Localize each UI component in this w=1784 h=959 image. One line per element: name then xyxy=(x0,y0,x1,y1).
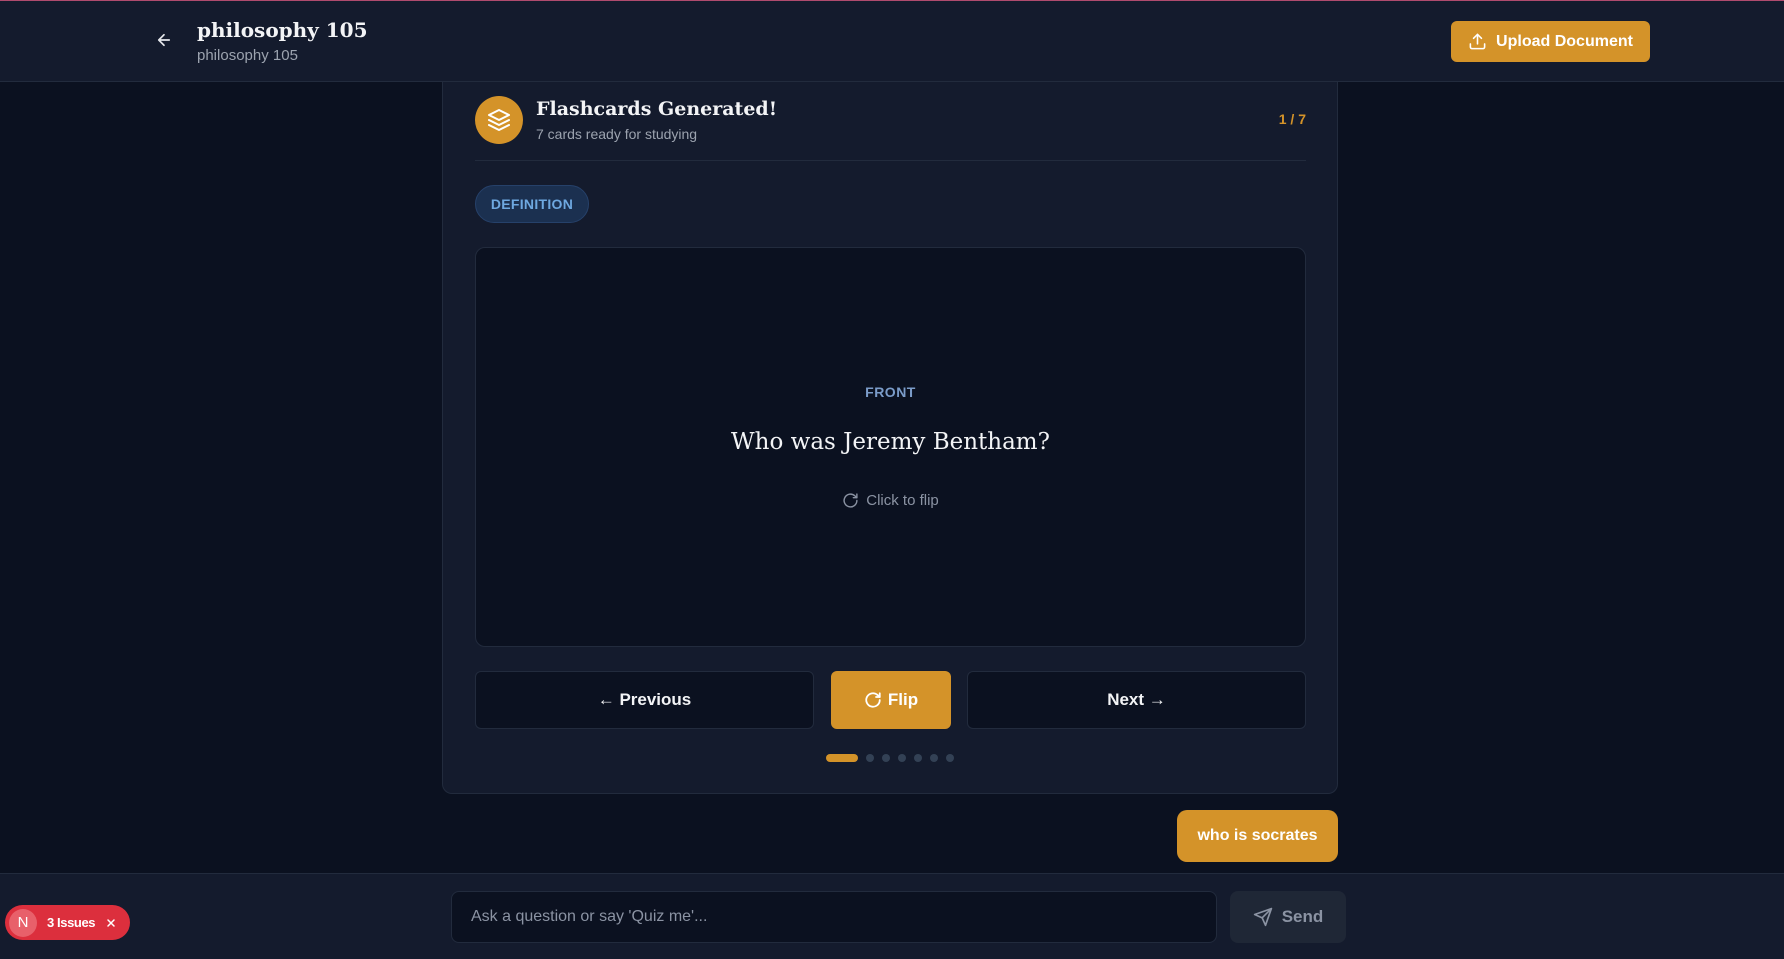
app-header: philosophy 105 philosophy 105 Upload Doc… xyxy=(0,1,1784,82)
flashcard[interactable]: FRONT Who was Jeremy Bentham? Click to f… xyxy=(475,247,1306,647)
back-button[interactable] xyxy=(151,27,177,53)
flashcards-title: Flashcards Generated! xyxy=(536,98,778,120)
upload-icon xyxy=(1469,33,1486,50)
card-side-label: FRONT xyxy=(865,384,916,400)
flashcards-panel: Flashcards Generated! 7 cards ready for … xyxy=(442,82,1338,794)
flip-hint: Click to flip xyxy=(476,492,1305,509)
card-counter: 1 / 7 xyxy=(1278,111,1306,127)
progress-dot[interactable] xyxy=(882,754,890,762)
n-logo: N xyxy=(9,908,37,937)
layers-stack-icon xyxy=(488,109,510,131)
issues-badge[interactable]: N 3 Issues xyxy=(5,905,130,940)
next-button[interactable]: Next → xyxy=(967,671,1306,729)
chat-input-bar: N 3 Issues Send xyxy=(0,873,1784,959)
close-icon xyxy=(107,918,115,927)
flashcards-subtitle: 7 cards ready for studying xyxy=(536,126,698,142)
card-progress-dots xyxy=(826,754,954,762)
send-button[interactable]: Send xyxy=(1230,891,1346,943)
close-issues-button[interactable] xyxy=(105,917,117,929)
progress-dot[interactable] xyxy=(866,754,874,762)
flip-hint-label: Click to flip xyxy=(866,492,939,509)
user-message-bubble: who is socrates xyxy=(1177,810,1338,862)
upload-document-label: Upload Document xyxy=(1496,32,1633,50)
progress-dot[interactable] xyxy=(898,754,906,762)
card-question: Who was Jeremy Bentham? xyxy=(731,429,1050,455)
flip-button[interactable]: Flip xyxy=(831,671,951,729)
send-icon xyxy=(1253,907,1272,927)
flashcards-badge xyxy=(475,96,523,144)
rotate-icon xyxy=(865,692,881,708)
arrow-left-icon xyxy=(157,33,171,47)
page-title: philosophy 105 xyxy=(197,18,368,42)
progress-dot[interactable] xyxy=(914,754,922,762)
rotate-icon xyxy=(843,493,858,508)
send-label: Send xyxy=(1281,907,1324,926)
progress-dot[interactable] xyxy=(930,754,938,762)
progress-dot[interactable] xyxy=(946,754,954,762)
user-message-text: who is socrates xyxy=(1197,827,1318,844)
chat-input[interactable] xyxy=(451,891,1217,943)
upload-document-button[interactable]: Upload Document xyxy=(1451,21,1650,62)
next-label: Next → xyxy=(1107,690,1166,709)
page-subtitle: philosophy 105 xyxy=(197,47,298,64)
flashcards-header: Flashcards Generated! 7 cards ready for … xyxy=(475,82,1306,161)
flip-label: Flip xyxy=(887,690,919,709)
progress-dot[interactable] xyxy=(826,754,858,762)
issues-count-label: 3 Issues xyxy=(47,915,96,930)
previous-button[interactable]: ← Previous xyxy=(475,671,814,729)
card-type-badge: DEFINITION xyxy=(475,185,589,223)
previous-label: ← Previous xyxy=(597,690,692,709)
